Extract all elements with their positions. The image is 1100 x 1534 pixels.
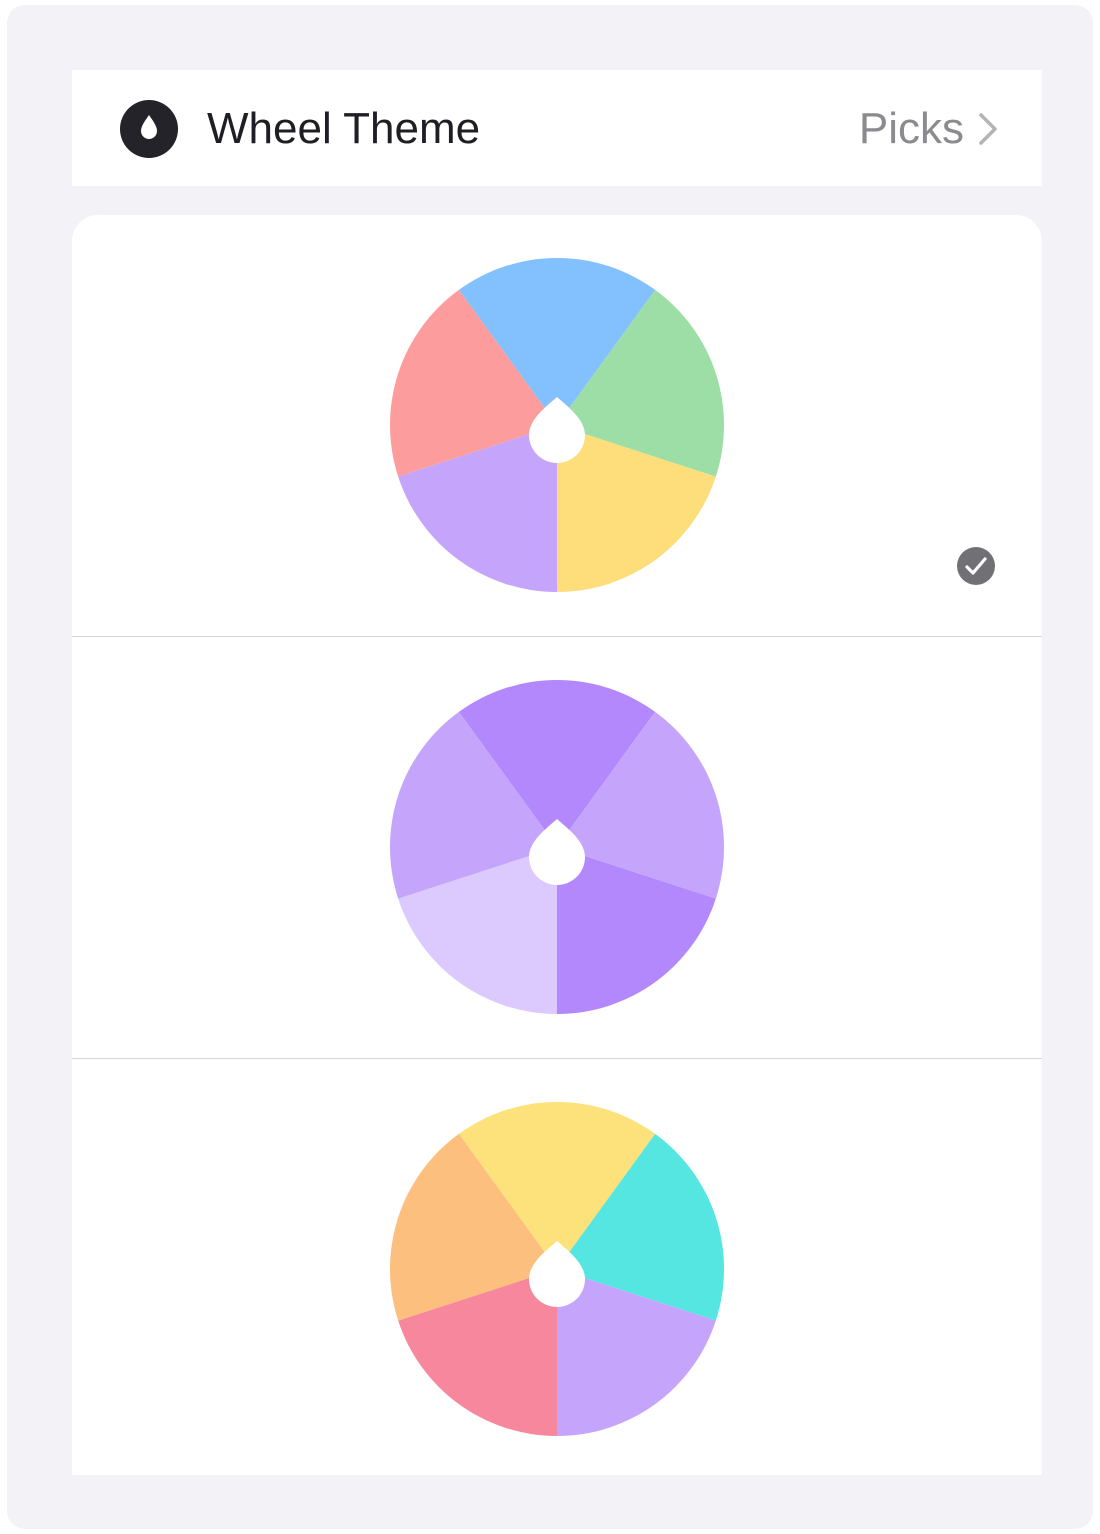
wheel-preview-2 [389,679,725,1014]
wheel-theme-header: Wheel Theme Picks [72,70,1042,186]
theme-list [72,215,1042,1475]
theme-option-3[interactable] [72,1059,1042,1475]
checkmark-circle-icon [957,547,995,585]
picks-link[interactable]: Picks [859,100,998,158]
drop-icon [120,100,178,158]
chevron-right-icon [979,113,997,145]
theme-option-1[interactable] [72,215,1042,637]
settings-panel: Wheel Theme Picks [7,5,1093,1529]
wheel-preview-3 [389,1101,725,1436]
theme-option-2[interactable] [72,637,1042,1059]
wheel-preview-1 [389,257,725,592]
page-title: Wheel Theme [207,104,481,153]
picks-label: Picks [858,104,964,153]
